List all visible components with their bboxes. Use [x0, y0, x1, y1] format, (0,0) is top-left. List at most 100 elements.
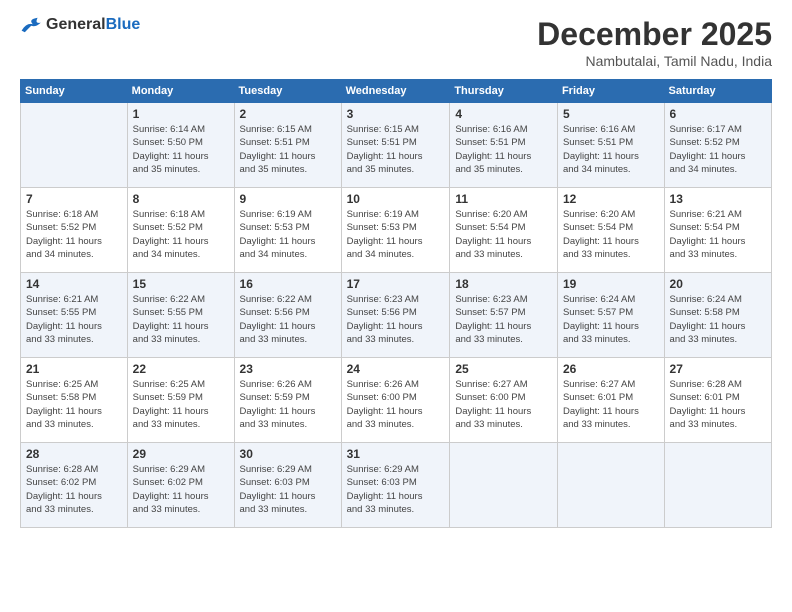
day-number: 19 [563, 277, 659, 291]
day-info: Sunrise: 6:24 AM Sunset: 5:57 PM Dayligh… [563, 293, 659, 346]
table-row: 11 Sunrise: 6:20 AM Sunset: 5:54 PM Dayli… [450, 188, 558, 273]
day-info: Sunrise: 6:28 AM Sunset: 6:02 PM Dayligh… [26, 463, 122, 516]
location-subtitle: Nambutalai, Tamil Nadu, India [537, 53, 772, 69]
page: GeneralBlue December 2025 Nambutalai, Ta… [0, 0, 792, 612]
day-info: Sunrise: 6:18 AM Sunset: 5:52 PM Dayligh… [26, 208, 122, 261]
table-row: 13 Sunrise: 6:21 AM Sunset: 5:54 PM Dayli… [664, 188, 771, 273]
table-row: 1Sunrise: 6:14 AM Sunset: 5:50 PM Daylig… [127, 103, 234, 188]
day-number: 12 [563, 192, 659, 206]
day-number: 25 [455, 362, 552, 376]
day-info: Sunrise: 6:22 AM Sunset: 5:56 PM Dayligh… [240, 293, 336, 346]
col-friday: Friday [557, 80, 664, 103]
calendar-week-row: 21 Sunrise: 6:25 AM Sunset: 5:58 PM Dayli… [21, 358, 772, 443]
day-number: 15 [133, 277, 229, 291]
day-number: 23 [240, 362, 336, 376]
day-info: Sunrise: 6:16 AM Sunset: 5:51 PM Dayligh… [455, 123, 552, 176]
table-row: 10Sunrise: 6:19 AM Sunset: 5:53 PM Dayli… [341, 188, 450, 273]
day-info: Sunrise: 6:21 AM Sunset: 5:55 PM Dayligh… [26, 293, 122, 346]
day-number: 29 [133, 447, 229, 461]
col-tuesday: Tuesday [234, 80, 341, 103]
col-sunday: Sunday [21, 80, 128, 103]
table-row [21, 103, 128, 188]
day-info: Sunrise: 6:16 AM Sunset: 5:51 PM Dayligh… [563, 123, 659, 176]
title-block: December 2025 Nambutalai, Tamil Nadu, In… [537, 16, 772, 69]
day-number: 21 [26, 362, 122, 376]
table-row: 28 Sunrise: 6:28 AM Sunset: 6:02 PM Dayli… [21, 443, 128, 528]
day-info: Sunrise: 6:24 AM Sunset: 5:58 PM Dayligh… [670, 293, 766, 346]
table-row: 29 Sunrise: 6:29 AM Sunset: 6:02 PM Dayli… [127, 443, 234, 528]
day-info: Sunrise: 6:18 AM Sunset: 5:52 PM Dayligh… [133, 208, 229, 261]
col-wednesday: Wednesday [341, 80, 450, 103]
day-number: 17 [347, 277, 445, 291]
day-info: Sunrise: 6:26 AM Sunset: 6:00 PM Dayligh… [347, 378, 445, 431]
day-number: 24 [347, 362, 445, 376]
logo-general: General [46, 16, 106, 33]
month-title: December 2025 [537, 16, 772, 53]
table-row: 18 Sunrise: 6:23 AM Sunset: 5:57 PM Dayli… [450, 273, 558, 358]
day-number: 5 [563, 107, 659, 121]
table-row: 7 Sunrise: 6:18 AM Sunset: 5:52 PM Daylig… [21, 188, 128, 273]
table-row: 24 Sunrise: 6:26 AM Sunset: 6:00 PM Dayli… [341, 358, 450, 443]
day-info: Sunrise: 6:15 AM Sunset: 5:51 PM Dayligh… [240, 123, 336, 176]
day-info: Sunrise: 6:27 AM Sunset: 6:00 PM Dayligh… [455, 378, 552, 431]
table-row: 20 Sunrise: 6:24 AM Sunset: 5:58 PM Dayli… [664, 273, 771, 358]
day-info: Sunrise: 6:27 AM Sunset: 6:01 PM Dayligh… [563, 378, 659, 431]
table-row: 25 Sunrise: 6:27 AM Sunset: 6:00 PM Dayli… [450, 358, 558, 443]
day-number: 9 [240, 192, 336, 206]
day-number: 13 [670, 192, 766, 206]
day-number: 28 [26, 447, 122, 461]
calendar-week-row: 7 Sunrise: 6:18 AM Sunset: 5:52 PM Daylig… [21, 188, 772, 273]
day-number: 6 [670, 107, 766, 121]
table-row: 27 Sunrise: 6:28 AM Sunset: 6:01 PM Dayli… [664, 358, 771, 443]
table-row: 14Sunrise: 6:21 AM Sunset: 5:55 PM Dayli… [21, 273, 128, 358]
table-row: 31 Sunrise: 6:29 AM Sunset: 6:03 PM Dayli… [341, 443, 450, 528]
day-number: 31 [347, 447, 445, 461]
day-info: Sunrise: 6:19 AM Sunset: 5:53 PM Dayligh… [347, 208, 445, 261]
day-number: 18 [455, 277, 552, 291]
day-info: Sunrise: 6:23 AM Sunset: 5:56 PM Dayligh… [347, 293, 445, 346]
day-info: Sunrise: 6:28 AM Sunset: 6:01 PM Dayligh… [670, 378, 766, 431]
table-row: 2 Sunrise: 6:15 AM Sunset: 5:51 PM Daylig… [234, 103, 341, 188]
day-info: Sunrise: 6:25 AM Sunset: 5:58 PM Dayligh… [26, 378, 122, 431]
table-row [450, 443, 558, 528]
day-info: Sunrise: 6:29 AM Sunset: 6:02 PM Dayligh… [133, 463, 229, 516]
table-row: 22 Sunrise: 6:25 AM Sunset: 5:59 PM Dayli… [127, 358, 234, 443]
calendar-table: Sunday Monday Tuesday Wednesday Thursday… [20, 79, 772, 528]
day-number: 7 [26, 192, 122, 206]
day-number: 11 [455, 192, 552, 206]
calendar-week-row: 1Sunrise: 6:14 AM Sunset: 5:50 PM Daylig… [21, 103, 772, 188]
day-number: 4 [455, 107, 552, 121]
table-row: 15Sunrise: 6:22 AM Sunset: 5:55 PM Dayli… [127, 273, 234, 358]
table-row [664, 443, 771, 528]
day-info: Sunrise: 6:25 AM Sunset: 5:59 PM Dayligh… [133, 378, 229, 431]
table-row: 23 Sunrise: 6:26 AM Sunset: 5:59 PM Dayli… [234, 358, 341, 443]
table-row: 4 Sunrise: 6:16 AM Sunset: 5:51 PM Daylig… [450, 103, 558, 188]
day-number: 3 [347, 107, 445, 121]
day-info: Sunrise: 6:20 AM Sunset: 5:54 PM Dayligh… [455, 208, 552, 261]
table-row: 8Sunrise: 6:18 AM Sunset: 5:52 PM Daylig… [127, 188, 234, 273]
table-row: 26 Sunrise: 6:27 AM Sunset: 6:01 PM Dayli… [557, 358, 664, 443]
table-row: 12Sunrise: 6:20 AM Sunset: 5:54 PM Dayli… [557, 188, 664, 273]
day-info: Sunrise: 6:29 AM Sunset: 6:03 PM Dayligh… [347, 463, 445, 516]
table-row [557, 443, 664, 528]
col-saturday: Saturday [664, 80, 771, 103]
table-row: 21 Sunrise: 6:25 AM Sunset: 5:58 PM Dayli… [21, 358, 128, 443]
day-info: Sunrise: 6:26 AM Sunset: 5:59 PM Dayligh… [240, 378, 336, 431]
day-info: Sunrise: 6:15 AM Sunset: 5:51 PM Dayligh… [347, 123, 445, 176]
day-info: Sunrise: 6:21 AM Sunset: 5:54 PM Dayligh… [670, 208, 766, 261]
table-row: 5 Sunrise: 6:16 AM Sunset: 5:51 PM Daylig… [557, 103, 664, 188]
table-row: 30Sunrise: 6:29 AM Sunset: 6:03 PM Dayli… [234, 443, 341, 528]
day-number: 26 [563, 362, 659, 376]
table-row: 6 Sunrise: 6:17 AM Sunset: 5:52 PM Daylig… [664, 103, 771, 188]
day-number: 27 [670, 362, 766, 376]
logo: GeneralBlue [20, 16, 140, 34]
day-info: Sunrise: 6:19 AM Sunset: 5:53 PM Dayligh… [240, 208, 336, 261]
day-number: 20 [670, 277, 766, 291]
day-info: Sunrise: 6:14 AM Sunset: 5:50 PM Dayligh… [133, 123, 229, 176]
day-number: 2 [240, 107, 336, 121]
col-monday: Monday [127, 80, 234, 103]
day-info: Sunrise: 6:17 AM Sunset: 5:52 PM Dayligh… [670, 123, 766, 176]
day-number: 22 [133, 362, 229, 376]
day-info: Sunrise: 6:23 AM Sunset: 5:57 PM Dayligh… [455, 293, 552, 346]
logo-blue: Blue [106, 16, 141, 33]
